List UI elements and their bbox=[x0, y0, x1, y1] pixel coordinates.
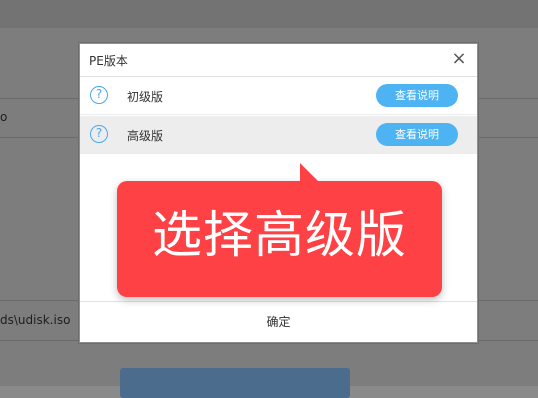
help-icon: ? bbox=[90, 125, 108, 143]
help-icon: ? bbox=[90, 86, 108, 104]
view-description-button[interactable]: 查看说明 bbox=[376, 84, 458, 107]
annotation-callout: 选择高级版 bbox=[117, 163, 442, 297]
dialog-header: PE版本 × bbox=[80, 44, 477, 77]
dialog-title: PE版本 bbox=[89, 54, 128, 68]
view-description-button[interactable]: 查看说明 bbox=[376, 123, 458, 146]
callout-pointer bbox=[300, 163, 318, 181]
background-action-button bbox=[120, 368, 350, 398]
background-iso-path: ds\udisk.iso bbox=[0, 313, 71, 327]
option-label: 高级版 bbox=[127, 129, 164, 143]
background-toolbar bbox=[0, 0, 538, 28]
confirm-button[interactable]: 确定 bbox=[80, 302, 477, 342]
dialog-footer: 确定 bbox=[80, 301, 477, 342]
background-path-text: o bbox=[0, 110, 8, 124]
option-row-advanced[interactable]: ? 高级版 查看说明 bbox=[80, 116, 477, 154]
option-row-basic[interactable]: ? 初级版 查看说明 bbox=[80, 77, 477, 115]
option-label: 初级版 bbox=[127, 90, 164, 104]
close-icon[interactable]: × bbox=[450, 50, 468, 68]
callout-text: 选择高级版 bbox=[152, 206, 407, 264]
